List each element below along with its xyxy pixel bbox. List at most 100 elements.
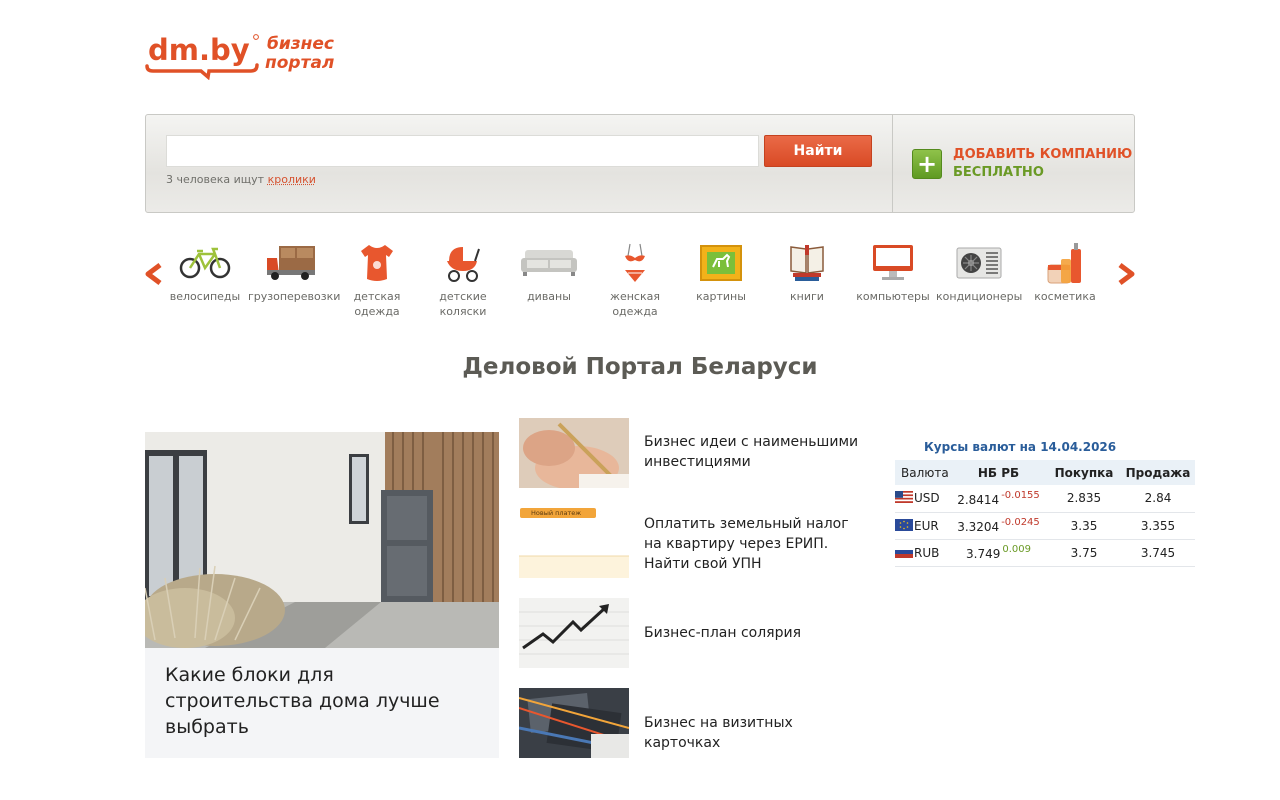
currency-row: RUB 3.749 0.009 3.75 3.745 <box>895 539 1195 567</box>
currency-delta: -0.0245 <box>1001 517 1040 528</box>
currency-nb: 2.8414 -0.0155 <box>950 485 1047 513</box>
news-thumbnail: Новый платеж <box>519 508 629 578</box>
sofa-icon <box>506 238 592 288</box>
currency-header-row: Валюта НБ РБ Покупка Продажа <box>895 460 1195 485</box>
news-thumbnail <box>519 598 629 668</box>
add-company-button[interactable]: + ДОБАВИТЬ КОМПАНИЮ БЕСПЛАТНО <box>912 147 1132 187</box>
feature-title: Какие блоки для строительства дома лучше… <box>165 664 440 738</box>
category-label: картины <box>696 290 746 303</box>
search-button[interactable]: Найти <box>764 135 872 167</box>
bicycle-icon <box>162 238 248 288</box>
carousel-prev-arrow-icon[interactable] <box>144 263 164 285</box>
currency-buy: 3.75 <box>1047 539 1121 567</box>
us-flag-icon <box>895 491 913 504</box>
currency-nb-value: 3.749 <box>966 547 1001 561</box>
computer-icon <box>850 238 936 288</box>
books-icon <box>764 238 850 288</box>
category-item-cosmetics[interactable]: косметика <box>1022 238 1108 328</box>
currency-sell: 3.355 <box>1121 512 1195 540</box>
currency-table: Валюта НБ РБ Покупка Продажа USD 2.8414-… <box>895 460 1195 567</box>
thumb-caption: Новый платеж <box>531 509 581 517</box>
currency-header: Продажа <box>1121 460 1195 485</box>
add-company-label: ДОБАВИТЬ КОМПАНИЮ <box>953 147 1133 162</box>
currency-sell: 3.745 <box>1121 539 1195 567</box>
feature-article[interactable]: Какие блоки для строительства дома лучше… <box>145 418 499 758</box>
news-item[interactable]: Бизнес на визитных карточках <box>519 688 864 758</box>
currency-delta: 0.009 <box>1002 544 1031 555</box>
growth-chart-image <box>519 598 629 668</box>
search-hint-text: 3 человека ищут <box>166 173 265 186</box>
plus-icon: + <box>912 149 942 179</box>
category-label: кондиционеры <box>936 290 1023 303</box>
category-label: велосипеды <box>169 290 241 303</box>
category-item-strollers[interactable]: детские коляски <box>420 238 506 328</box>
site-logo[interactable]: dm.by бизнес портал <box>145 30 345 80</box>
swimsuit-icon <box>592 238 678 288</box>
currency-nb-value: 2.8414 <box>957 492 1000 507</box>
page: dm.by бизнес портал Найти 3 человека ищу… <box>0 0 1280 800</box>
news-thumbnail <box>519 418 629 488</box>
add-company-free-label: БЕСПЛАТНО <box>953 165 1044 180</box>
search-input[interactable] <box>166 135 759 167</box>
page-title: Деловой Портал Беларуси <box>462 354 818 380</box>
category-label: детские коляски <box>439 290 487 318</box>
baby-clothes-icon <box>334 238 420 288</box>
currency-header: НБ РБ <box>950 460 1047 485</box>
currency-code-text: RUB <box>914 545 940 560</box>
search-divider <box>892 115 893 212</box>
currency-delta: -0.0155 <box>1001 489 1040 501</box>
category-item-pictures[interactable]: картины <box>678 238 764 328</box>
currency-code-text: USD <box>914 491 940 506</box>
category-item-sofas[interactable]: диваны <box>506 238 592 328</box>
news-item[interactable]: Бизнес-план солярия <box>519 598 864 668</box>
picture-icon <box>678 238 764 288</box>
currency-code: USD <box>895 485 950 513</box>
currency-header: Покупка <box>1047 460 1121 485</box>
logo-sub-line1: бизнес <box>267 34 334 54</box>
news-item[interactable]: Бизнес идеи с наименьшими инвестициями <box>519 418 864 488</box>
category-carousel: велосипеды грузоперевозки детская одежда… <box>162 238 1108 328</box>
news-title: Бизнес на визитных карточках <box>644 715 793 751</box>
currency-header: Валюта <box>895 460 950 485</box>
ru-flag-icon <box>895 545 913 558</box>
currency-code: EUR <box>895 512 950 540</box>
category-label: компьютеры <box>856 290 930 303</box>
category-item-cargo[interactable]: грузоперевозки <box>248 238 341 328</box>
currency-code: RUB <box>895 539 950 567</box>
currency-code-text: EUR <box>914 518 939 533</box>
house-facade-image <box>145 418 499 648</box>
currency-row: USD 2.8414 -0.0155 2.835 2.84 <box>895 485 1195 513</box>
currency-row: EUR 3.3204 -0.0245 3.35 3.355 <box>895 512 1195 540</box>
category-item-computers[interactable]: компьютеры <box>850 238 936 328</box>
truck-icon <box>248 238 334 288</box>
stroller-icon <box>420 238 506 288</box>
currency-buy: 2.835 <box>1047 485 1121 513</box>
search-hint-link[interactable]: кролики <box>268 173 316 186</box>
news-thumbnail <box>519 688 629 758</box>
category-item-bicycles[interactable]: велосипеды <box>162 238 248 328</box>
category-label: детская одежда <box>353 290 401 318</box>
category-label: грузоперевозки <box>248 290 341 303</box>
currency-title: Курсы валют на 14.04.2026 <box>924 440 1117 454</box>
category-label: косметика <box>1034 290 1096 303</box>
category-item-womens-clothes[interactable]: женская одежда <box>592 238 678 328</box>
registered-mark-icon <box>253 34 259 40</box>
category-label: женская одежда <box>610 290 660 318</box>
eu-flag-icon <box>895 518 913 531</box>
business-cards-image <box>519 688 629 758</box>
payment-screenshot-image: Новый платеж <box>519 508 629 578</box>
news-item[interactable]: Новый платеж Оплатить земельный налог на… <box>519 508 864 578</box>
carousel-next-arrow-icon[interactable] <box>1116 263 1136 285</box>
currency-sell: 2.84 <box>1121 485 1195 513</box>
search-panel: Найти 3 человека ищут кролики + ДОБАВИТЬ… <box>145 114 1135 213</box>
news-title: Оплатить земельный налог на квартиру чер… <box>644 516 849 572</box>
search-hint: 3 человека ищут кролики <box>166 173 316 186</box>
category-item-books[interactable]: книги <box>764 238 850 328</box>
pen-writing-image <box>519 418 629 488</box>
category-item-kids-clothes[interactable]: детская одежда <box>334 238 420 328</box>
air-conditioner-icon <box>936 238 1022 288</box>
news-title: Бизнес идеи с наименьшими инвестициями <box>644 434 859 470</box>
category-item-air-conditioners[interactable]: кондиционеры <box>936 238 1022 328</box>
currency-nb-value: 3.3204 <box>957 520 1000 534</box>
logo-sub-line2: портал <box>265 53 334 73</box>
